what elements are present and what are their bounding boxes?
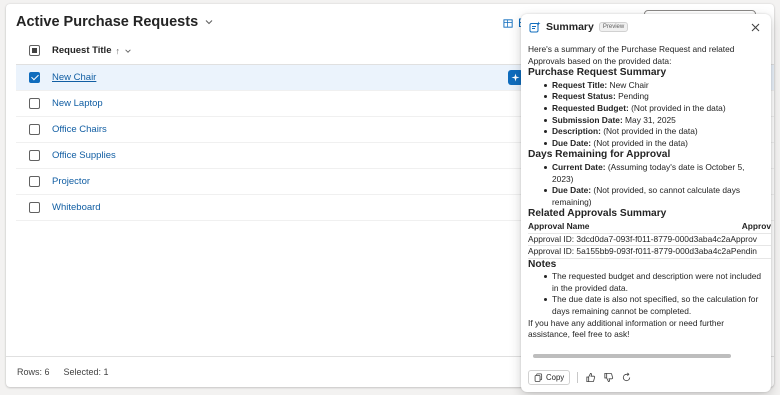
request-title-link[interactable]: Whiteboard (52, 202, 101, 213)
table-row: Approval ID: 3dcd0da7-093f-f011-8779-000… (528, 234, 771, 247)
request-title-link[interactable]: Office Supplies (52, 150, 116, 161)
column-title-label: Request Title (52, 45, 112, 56)
list-item: Request Status: Pending (544, 91, 764, 103)
divider (577, 372, 579, 383)
horizontal-scrollbar[interactable] (533, 354, 731, 358)
request-title-link[interactable]: New Laptop (52, 98, 103, 109)
list-item: Due Date: (Not provided, so cannot calcu… (544, 185, 764, 208)
chevron-down-icon (205, 20, 213, 25)
row-checkbox[interactable] (28, 176, 40, 187)
request-details-list: Request Title: New Chair Request Status:… (528, 80, 771, 150)
copy-button[interactable]: Copy (528, 370, 571, 385)
row-checkbox[interactable] (28, 98, 40, 109)
copy-label: Copy (546, 373, 565, 382)
thumbs-up-icon[interactable] (585, 372, 596, 383)
panel-title: Summary (546, 21, 594, 33)
section-heading: Purchase Request Summary (528, 67, 667, 79)
chevron-down-icon (125, 48, 131, 53)
request-title-link[interactable]: New Chair (52, 72, 96, 83)
copy-icon (534, 373, 543, 382)
regenerate-icon[interactable] (621, 372, 632, 383)
closing-text: If you have any additional information o… (528, 317, 725, 340)
panel-footer: Copy (528, 370, 632, 385)
summary-content: Here's a summary of the Purchase Request… (528, 44, 771, 371)
request-title-link[interactable]: Office Chairs (52, 124, 107, 135)
panel-header: Summary Preview (529, 21, 629, 33)
column-header-request-title[interactable]: Request Title ↑ (52, 45, 132, 56)
list-item: The requested budget and description wer… (544, 271, 764, 294)
sort-ascending-icon: ↑ (115, 45, 120, 56)
table-column-header: Approval Name (528, 220, 590, 231)
select-all-checkbox[interactable] (28, 45, 40, 56)
row-checkbox[interactable] (28, 124, 40, 135)
approvals-table-header: Approval Name Approv (528, 221, 771, 234)
preview-badge: Preview (598, 22, 629, 32)
list-item: Requested Budget: (Not provided in the d… (544, 103, 764, 115)
days-remaining-list: Current Date: (Assuming today's date is … (528, 162, 771, 208)
table-column-header: Approv (741, 220, 771, 231)
view-title: Active Purchase Requests (16, 14, 199, 30)
row-checkbox[interactable] (28, 150, 40, 161)
sparkle-icon (511, 73, 520, 82)
list-item: Due Date: (Not provided in the data) (544, 138, 764, 150)
row-checkbox[interactable] (28, 72, 40, 83)
row-count: Rows: 6 (17, 367, 50, 377)
list-item: The due date is also not specified, so t… (544, 294, 764, 317)
section-heading: Notes (528, 258, 557, 270)
table-edit-icon (503, 18, 513, 28)
request-title-link[interactable]: Projector (52, 176, 90, 187)
thumbs-down-icon[interactable] (603, 372, 614, 383)
section-heading: Related Approvals Summary (528, 208, 667, 220)
table-row: Approval ID: 5a155bb9-093f-f011-8779-000… (528, 246, 771, 259)
list-item: Current Date: (Assuming today's date is … (544, 162, 764, 185)
list-item: Request Title: New Chair (544, 80, 764, 92)
close-icon[interactable] (750, 22, 761, 33)
notes-list: The requested budget and description wer… (528, 271, 771, 317)
copilot-summary-icon (529, 21, 541, 33)
intro-text: Here's a summary of the Purchase Request… (528, 44, 735, 66)
selected-count: Selected: 1 (63, 367, 109, 377)
list-item: Description: (Not provided in the data) (544, 126, 764, 138)
view-selector[interactable]: Active Purchase Requests (16, 14, 214, 30)
row-checkbox[interactable] (28, 202, 40, 213)
summary-panel: Summary Preview Here's a summary of the … (521, 14, 771, 392)
list-item: Submission Date: May 31, 2025 (544, 115, 764, 127)
section-heading: Days Remaining for Approval (528, 149, 671, 161)
